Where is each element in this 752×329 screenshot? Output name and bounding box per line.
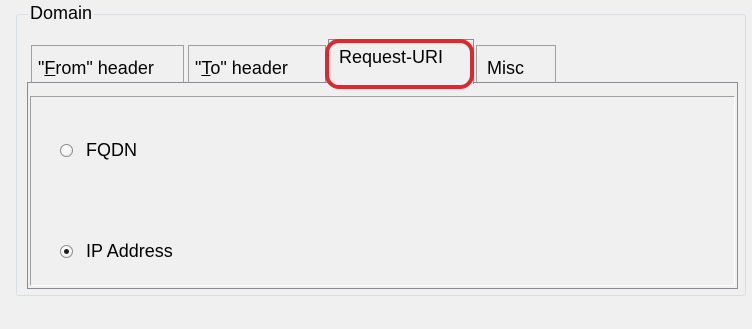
tab-to-header[interactable]: "To" header — [188, 45, 326, 82]
tab-from-header-label: "From" header — [38, 58, 154, 78]
tab-request-uri[interactable]: Request-URI — [328, 39, 474, 84]
ip-address-radio[interactable] — [60, 244, 73, 258]
domain-group-title: Domain — [28, 2, 95, 24]
fqdn-option[interactable]: FQDN — [60, 139, 137, 161]
ip-address-label: IP Address — [86, 241, 173, 261]
fqdn-radio[interactable] — [60, 143, 73, 157]
tab-from-header[interactable]: "From" header — [31, 45, 184, 82]
ip-address-option[interactable]: IP Address — [60, 240, 173, 262]
tab-request-uri-label: Request-URI — [339, 47, 444, 67]
fqdn-label: FQDN — [86, 140, 137, 160]
tab-to-header-label: "To" header — [195, 58, 288, 78]
tab-misc[interactable]: Misc — [476, 45, 556, 82]
tab-misc-label: Misc — [487, 58, 524, 78]
